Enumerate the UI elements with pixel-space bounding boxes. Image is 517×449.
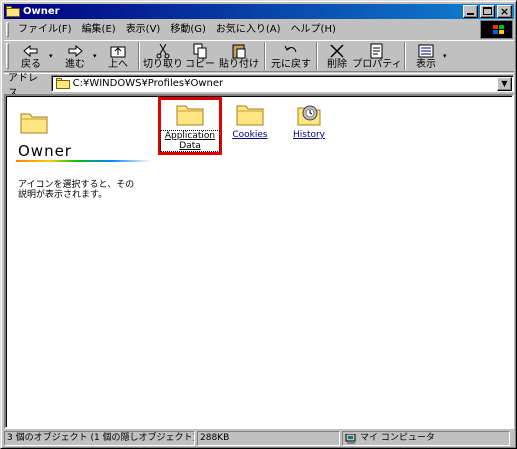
info-description: アイコンを選択すると、その説明が表示されます。 bbox=[18, 180, 135, 200]
file-label: Cookies bbox=[232, 130, 268, 140]
views-label: 表示 bbox=[416, 59, 436, 70]
address-field[interactable]: C:¥WINDOWS¥Profiles¥Owner ▼ bbox=[50, 75, 514, 92]
toolbar-separator bbox=[138, 42, 140, 70]
copy-label: コピー bbox=[185, 59, 215, 70]
folder-icon bbox=[236, 105, 264, 126]
copy-button[interactable]: コピー bbox=[183, 41, 217, 71]
menu-edit[interactable]: 編集(E) bbox=[77, 21, 121, 38]
undo-icon bbox=[284, 45, 297, 53]
copy-icon bbox=[193, 43, 207, 59]
back-dropdown-icon[interactable]: ▾ bbox=[49, 52, 57, 60]
toolbar-grip[interactable] bbox=[6, 43, 9, 69]
explorer-window: Owner × ファイル(F) 編集(E) 表示(V) 移動(G) お気に入り(… bbox=[0, 0, 517, 449]
standard-toolbar: 戻る ▾ 進む ▾ 上へ 切り取り コピー 貼り付け 元に戻す 削除 プロパティ… bbox=[4, 40, 514, 72]
paste-button[interactable]: 貼り付け bbox=[217, 41, 261, 71]
maximize-button[interactable] bbox=[480, 5, 495, 18]
properties-button[interactable]: プロパティ bbox=[352, 41, 402, 71]
menu-go[interactable]: 移動(G) bbox=[165, 21, 211, 38]
views-dropdown-icon[interactable]: ▾ bbox=[443, 52, 451, 60]
up-label: 上へ bbox=[108, 59, 128, 70]
status-zone: マイ コンピュータ bbox=[342, 431, 510, 446]
menu-view[interactable]: 表示(V) bbox=[121, 21, 166, 38]
views-icon bbox=[418, 44, 434, 58]
address-text: C:¥WINDOWS¥Profiles¥Owner bbox=[72, 78, 224, 89]
back-button[interactable]: 戻る bbox=[13, 41, 49, 71]
status-object-count: 3 個のオブジェクト (1 個の隠しオブジェクト) bbox=[4, 431, 195, 446]
back-arrow-icon bbox=[23, 44, 38, 58]
properties-icon bbox=[370, 43, 383, 59]
menu-file[interactable]: ファイル(F) bbox=[13, 21, 77, 38]
windows-logo-icon bbox=[480, 20, 513, 39]
info-pane: Owner アイコンを選択すると、その説明が表示されます。 bbox=[8, 98, 153, 298]
paste-label: 貼り付け bbox=[219, 59, 259, 70]
cut-label: 切り取り bbox=[143, 59, 183, 70]
file-label: History bbox=[292, 130, 326, 140]
menu-grip[interactable] bbox=[6, 22, 9, 37]
toolbar-separator bbox=[316, 42, 318, 70]
file-item-cookies[interactable]: Cookies bbox=[220, 102, 280, 140]
folder-icon bbox=[20, 113, 48, 134]
computer-icon bbox=[345, 433, 356, 444]
status-size: 288KB bbox=[197, 431, 340, 446]
cut-button[interactable]: 切り取り bbox=[143, 41, 183, 71]
scissors-icon bbox=[156, 43, 170, 59]
info-title: Owner bbox=[18, 142, 72, 160]
window-title: Owner bbox=[23, 6, 60, 17]
folder-icon bbox=[55, 78, 70, 89]
file-view[interactable]: Owner アイコンを選択すると、その説明が表示されます。 Applicatio… bbox=[4, 94, 514, 429]
delete-x-icon bbox=[330, 44, 344, 58]
address-dropdown-button[interactable]: ▼ bbox=[497, 76, 512, 91]
status-zone-label: マイ コンピュータ bbox=[360, 433, 435, 443]
up-folder-icon bbox=[110, 46, 126, 58]
toolbar-separator bbox=[264, 42, 266, 70]
address-bar: アドレス C:¥WINDOWS¥Profiles¥Owner ▼ bbox=[4, 73, 514, 99]
up-button[interactable]: 上へ bbox=[101, 41, 135, 71]
properties-label: プロパティ bbox=[352, 59, 402, 70]
minimize-button[interactable] bbox=[463, 5, 478, 18]
undo-label: 元に戻す bbox=[271, 59, 311, 70]
delete-label: 削除 bbox=[327, 59, 347, 70]
title-bar[interactable]: Owner × bbox=[4, 4, 514, 19]
paste-icon bbox=[232, 44, 246, 59]
file-label: Application Data bbox=[160, 130, 220, 152]
delete-button[interactable]: 削除 bbox=[321, 41, 353, 71]
forward-button[interactable]: 進む bbox=[57, 41, 93, 71]
close-button[interactable]: × bbox=[497, 5, 512, 18]
menu-bar: ファイル(F) 編集(E) 表示(V) 移動(G) お気に入り(A) ヘルプ(H… bbox=[4, 20, 476, 39]
status-bar: 3 個のオブジェクト (1 個の隠しオブジェクト) 288KB マイ コンピュー… bbox=[4, 431, 514, 446]
file-item-application-data[interactable]: Application Data bbox=[160, 102, 220, 152]
forward-dropdown-icon[interactable]: ▾ bbox=[93, 52, 101, 60]
file-item-history[interactable]: History bbox=[279, 102, 339, 140]
info-gradient-bar bbox=[16, 160, 151, 162]
toolbar-separator bbox=[404, 42, 406, 70]
forward-arrow-icon bbox=[68, 44, 83, 58]
menu-favorites[interactable]: お気に入り(A) bbox=[211, 21, 286, 38]
menu-help[interactable]: ヘルプ(H) bbox=[286, 21, 341, 38]
undo-button[interactable]: 元に戻す bbox=[269, 41, 313, 71]
views-button[interactable]: 表示 bbox=[409, 41, 443, 71]
history-folder-icon bbox=[297, 105, 321, 126]
forward-label: 進む bbox=[65, 59, 85, 70]
folder-icon bbox=[176, 105, 204, 126]
folder-icon bbox=[6, 6, 20, 17]
